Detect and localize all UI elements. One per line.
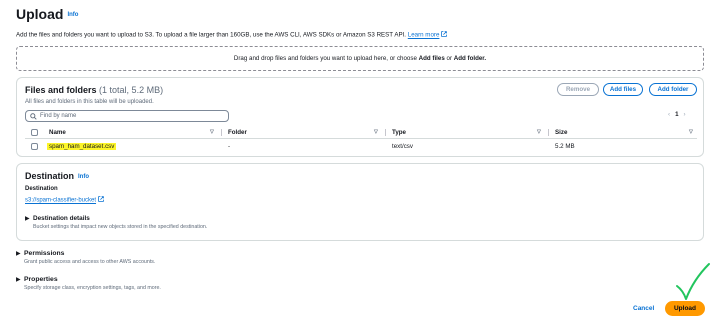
sort-icon[interactable]: ▽	[537, 129, 541, 135]
properties-toggle[interactable]: Properties	[24, 276, 58, 283]
select-all-checkbox[interactable]	[31, 129, 38, 136]
destination-info-link[interactable]: Info	[78, 174, 89, 180]
sort-icon[interactable]: ▽	[210, 129, 214, 135]
sort-icon[interactable]: ▽	[374, 129, 378, 135]
dropzone-or: or	[446, 55, 453, 62]
external-link-icon	[441, 31, 448, 39]
destination-title: Destination Info	[25, 171, 89, 181]
destination-details-description: Bucket settings that impact new objects …	[33, 224, 208, 230]
add-folder-button[interactable]: Add folder	[649, 83, 697, 96]
files-panel-title: Files and folders (1 total, 5.2 MB)	[25, 85, 163, 95]
column-name[interactable]: Name	[49, 129, 66, 136]
dropzone-add-folder: Add folder.	[453, 55, 487, 62]
caret-right-icon[interactable]: ▶	[16, 276, 21, 283]
column-divider	[221, 129, 222, 136]
row-folder: -	[228, 143, 231, 150]
upload-dropzone[interactable]: Drag and drop files and folders you want…	[16, 46, 704, 71]
files-and-folders-panel: Files and folders (1 total, 5.2 MB) All …	[16, 77, 704, 157]
row-size: 5.2 MB	[555, 143, 575, 150]
files-count: (1 total, 5.2 MB)	[99, 85, 164, 95]
search-icon	[30, 113, 37, 124]
caret-right-icon[interactable]: ▶	[16, 250, 21, 257]
row-checkbox[interactable]	[31, 143, 38, 150]
column-type[interactable]: Type	[392, 129, 406, 136]
page-number[interactable]: 1	[675, 111, 678, 118]
page-description: Add the files and folders you want to up…	[16, 31, 448, 39]
page-title-text: Upload	[16, 6, 64, 22]
search-placeholder: Find by name	[40, 113, 77, 119]
pagination: ‹ 1 ›	[663, 111, 691, 118]
cancel-button[interactable]: Cancel	[633, 305, 654, 312]
destination-label: Destination	[25, 186, 58, 192]
table-header: Name ▽ Folder ▽ Type ▽ Size ▽	[25, 127, 697, 139]
upload-button[interactable]: Upload	[665, 301, 705, 316]
add-files-button[interactable]: Add files	[603, 83, 643, 96]
permissions-description: Grant public access and access to other …	[24, 259, 156, 265]
row-name: spam_ham_dataset.csv	[47, 143, 117, 150]
dropzone-text: Drag and drop files and folders you want…	[233, 55, 417, 62]
files-panel-subtitle: All files and folders in this table will…	[25, 99, 154, 105]
file-name-highlight: spam_ham_dataset.csv	[47, 143, 117, 150]
search-input[interactable]: Find by name	[25, 110, 229, 122]
info-link[interactable]: Info	[67, 12, 78, 18]
column-folder[interactable]: Folder	[228, 129, 247, 136]
row-type: text/csv	[392, 143, 413, 150]
permissions-toggle[interactable]: Permissions	[24, 250, 64, 257]
caret-right-icon[interactable]: ▶	[25, 215, 30, 222]
destination-title-text: Destination	[25, 171, 75, 181]
column-divider	[385, 129, 386, 136]
chevron-right-icon[interactable]: ›	[684, 111, 686, 118]
remove-button[interactable]: Remove	[557, 83, 599, 96]
column-size[interactable]: Size	[555, 129, 567, 136]
column-divider	[548, 129, 549, 136]
chevron-left-icon[interactable]: ‹	[668, 111, 670, 118]
page-title: Upload Info	[16, 6, 78, 22]
table-row[interactable]: spam_ham_dataset.csv - text/csv 5.2 MB	[25, 141, 697, 153]
properties-description: Specify storage class, encryption settin…	[24, 285, 161, 291]
bucket-link-text[interactable]: s3://spam-classifier-bucket	[25, 198, 96, 204]
external-link-icon	[98, 196, 104, 204]
destination-details-toggle[interactable]: Destination details	[33, 215, 90, 222]
sort-icon[interactable]: ▽	[689, 129, 693, 135]
description-text: Add the files and folders you want to up…	[16, 31, 407, 39]
files-title-text: Files and folders	[25, 85, 97, 95]
learn-more-link[interactable]: Learn more	[408, 32, 440, 39]
destination-panel: Destination Info Destination s3://spam-cl…	[16, 163, 704, 241]
destination-bucket-link[interactable]: s3://spam-classifier-bucket	[25, 196, 104, 204]
dropzone-add-files: Add files	[418, 55, 445, 62]
